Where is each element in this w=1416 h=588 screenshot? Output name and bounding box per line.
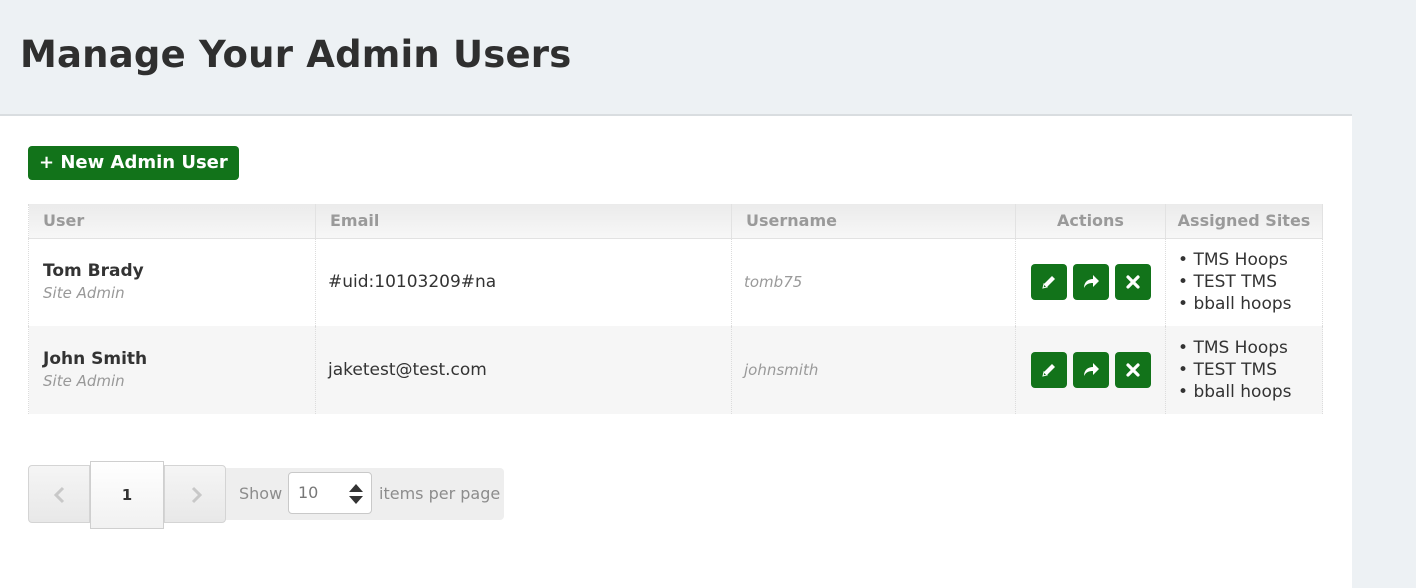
right-gutter xyxy=(1352,0,1416,588)
items-per-page-value: 10 xyxy=(298,483,319,502)
actions-cell xyxy=(1015,326,1166,414)
previous-page-button[interactable] xyxy=(28,465,90,523)
assigned-site: bball hoops xyxy=(1178,293,1322,315)
column-header-assigned-sites: Assigned Sites xyxy=(1165,204,1323,239)
share-user-button[interactable] xyxy=(1072,264,1109,301)
current-page[interactable]: 1 xyxy=(90,461,164,529)
table-row: Tom Brady Site Admin #uid:10103209#na to… xyxy=(28,238,1323,326)
chevron-right-icon xyxy=(191,486,203,504)
new-admin-user-button[interactable]: + New Admin User xyxy=(28,146,239,180)
edit-user-button[interactable] xyxy=(1030,352,1067,388)
actions-cell xyxy=(1015,238,1166,326)
username-cell: johnsmith xyxy=(731,326,1016,414)
show-label: Show xyxy=(239,484,283,503)
spinner-arrows-icon xyxy=(349,484,363,504)
assigned-site: bball hoops xyxy=(1178,381,1322,403)
items-per-page-label: items per page xyxy=(379,484,501,503)
email-cell: #uid:10103209#na xyxy=(315,238,732,326)
table-header-row: User Email Username Actions Assigned Sit… xyxy=(28,204,1323,239)
delete-user-button[interactable] xyxy=(1114,352,1151,388)
column-header-user[interactable]: User xyxy=(28,204,316,239)
assigned-site: TMS Hoops xyxy=(1178,249,1322,271)
chevron-left-icon xyxy=(53,486,65,504)
close-icon xyxy=(1125,275,1140,289)
assigned-site: TMS Hoops xyxy=(1178,337,1322,359)
column-header-username[interactable]: Username xyxy=(731,204,1016,239)
column-header-email[interactable]: Email xyxy=(315,204,732,239)
pagination: 1 Show 10 items per page xyxy=(28,461,504,529)
assigned-sites-cell: TMS Hoops TEST TMS bball hoops xyxy=(1165,326,1323,414)
share-icon xyxy=(1083,363,1099,376)
user-name: John Smith xyxy=(43,349,148,369)
pencil-icon xyxy=(1041,364,1055,377)
user-cell: Tom Brady Site Admin xyxy=(28,238,316,326)
assigned-sites-cell: TMS Hoops TEST TMS bball hoops xyxy=(1165,238,1323,326)
share-user-button[interactable] xyxy=(1072,352,1109,388)
admin-users-table: User Email Username Actions Assigned Sit… xyxy=(28,204,1323,414)
user-role: Site Admin xyxy=(43,284,125,303)
delete-user-button[interactable] xyxy=(1114,264,1151,301)
items-per-page-select[interactable]: 10 xyxy=(288,472,372,514)
page-header: Manage Your Admin Users xyxy=(0,0,1352,116)
share-icon xyxy=(1083,275,1099,289)
edit-user-button[interactable] xyxy=(1030,264,1067,301)
close-icon xyxy=(1125,363,1140,377)
email-cell: jaketest@test.com xyxy=(315,326,732,414)
username-cell: tomb75 xyxy=(731,238,1016,326)
next-page-button[interactable] xyxy=(164,465,226,523)
page-title: Manage Your Admin Users xyxy=(20,33,572,76)
user-name: Tom Brady xyxy=(43,261,144,282)
assigned-site: TEST TMS xyxy=(1178,359,1322,381)
table-row: John Smith Site Admin jaketest@test.com … xyxy=(28,326,1323,414)
pencil-icon xyxy=(1041,276,1055,289)
user-cell: John Smith Site Admin xyxy=(28,326,316,414)
user-role: Site Admin xyxy=(43,372,125,390)
assigned-site: TEST TMS xyxy=(1178,271,1322,293)
main-panel: + New Admin User User Email Username Act… xyxy=(0,116,1352,588)
column-header-actions: Actions xyxy=(1015,204,1166,239)
